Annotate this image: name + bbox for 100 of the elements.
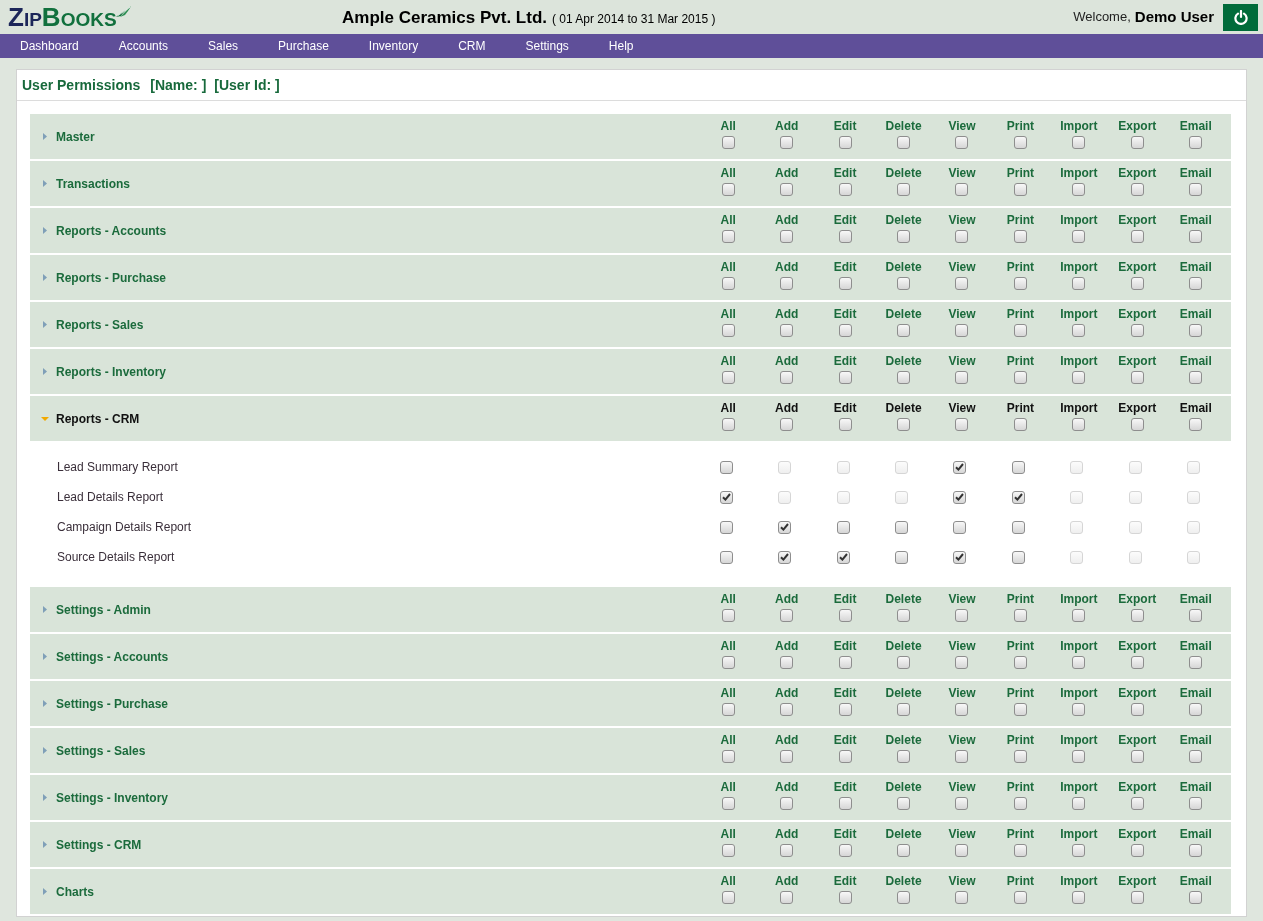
checkbox[interactable] <box>721 703 735 716</box>
checkbox[interactable] <box>721 656 735 669</box>
checkbox[interactable] <box>953 490 967 504</box>
menu-item[interactable]: Dashboard <box>0 34 99 58</box>
checkbox[interactable] <box>1013 609 1027 622</box>
checkbox[interactable] <box>955 797 969 810</box>
checkbox[interactable] <box>780 797 794 810</box>
checkbox[interactable] <box>721 891 735 904</box>
checkbox[interactable] <box>780 371 794 384</box>
checkbox[interactable] <box>780 656 794 669</box>
checkbox[interactable] <box>1189 609 1203 622</box>
checkbox[interactable] <box>1130 750 1144 763</box>
checkbox[interactable] <box>1130 891 1144 904</box>
checkbox[interactable] <box>955 609 969 622</box>
menu-item[interactable]: Inventory <box>348 34 439 58</box>
section-title[interactable]: Master <box>56 127 95 146</box>
section-title[interactable]: Settings - Admin <box>56 600 151 619</box>
checkbox[interactable] <box>1189 656 1203 669</box>
checkbox[interactable] <box>1130 797 1144 810</box>
checkbox[interactable] <box>1013 230 1027 243</box>
checkbox[interactable] <box>1072 844 1086 857</box>
checkbox[interactable] <box>897 703 911 716</box>
power-button[interactable] <box>1223 3 1258 31</box>
checkbox[interactable] <box>838 371 852 384</box>
checkbox[interactable] <box>955 230 969 243</box>
checkbox[interactable] <box>1072 703 1086 716</box>
section-title[interactable]: Settings - Sales <box>56 741 146 760</box>
checkbox[interactable] <box>1130 183 1144 196</box>
checkbox[interactable] <box>838 609 852 622</box>
checkbox[interactable] <box>1130 844 1144 857</box>
checkbox[interactable] <box>1013 750 1027 763</box>
checkbox[interactable] <box>1189 797 1203 810</box>
checkbox[interactable] <box>1072 277 1086 290</box>
menu-item[interactable]: Accounts <box>98 34 189 58</box>
menu-item[interactable]: Sales <box>188 34 259 58</box>
checkbox[interactable] <box>1189 418 1203 431</box>
checkbox[interactable] <box>897 371 911 384</box>
checkbox[interactable] <box>1189 136 1203 149</box>
checkbox[interactable] <box>1072 183 1086 196</box>
checkbox[interactable] <box>780 844 794 857</box>
checkbox[interactable] <box>838 277 852 290</box>
checkbox[interactable] <box>721 324 735 337</box>
section-title[interactable]: Reports - Sales <box>56 315 144 334</box>
checkbox[interactable] <box>897 277 911 290</box>
section-title[interactable]: Settings - Accounts <box>56 647 169 666</box>
checkbox[interactable] <box>897 750 911 763</box>
menu-item[interactable]: Settings <box>505 34 589 58</box>
checkbox[interactable] <box>953 460 967 474</box>
checkbox[interactable] <box>955 891 969 904</box>
checkbox[interactable] <box>897 609 911 622</box>
checkbox[interactable] <box>1189 844 1203 857</box>
checkbox[interactable] <box>897 183 911 196</box>
checkbox[interactable] <box>838 703 852 716</box>
checkbox[interactable] <box>1013 371 1027 384</box>
checkbox[interactable] <box>780 324 794 337</box>
checkbox[interactable] <box>836 550 850 564</box>
checkbox[interactable] <box>1072 750 1086 763</box>
checkbox[interactable] <box>1072 418 1086 431</box>
checkbox[interactable] <box>955 371 969 384</box>
checkbox[interactable] <box>1189 371 1203 384</box>
checkbox[interactable] <box>1072 371 1086 384</box>
checkbox[interactable] <box>895 550 909 564</box>
checkbox[interactable] <box>1013 418 1027 431</box>
checkbox[interactable] <box>1130 371 1144 384</box>
menu-item[interactable]: Purchase <box>258 34 349 58</box>
checkbox[interactable] <box>1072 136 1086 149</box>
checkbox[interactable] <box>838 136 852 149</box>
checkbox[interactable] <box>1130 277 1144 290</box>
checkbox[interactable] <box>838 844 852 857</box>
checkbox[interactable] <box>1130 656 1144 669</box>
checkbox[interactable] <box>953 520 967 534</box>
checkbox[interactable] <box>1013 797 1027 810</box>
checkbox[interactable] <box>955 703 969 716</box>
checkbox[interactable] <box>719 490 733 504</box>
checkbox[interactable] <box>1013 324 1027 337</box>
checkbox[interactable] <box>955 324 969 337</box>
checkbox[interactable] <box>1013 844 1027 857</box>
checkbox[interactable] <box>838 750 852 763</box>
section-title[interactable]: Charts <box>56 882 94 901</box>
checkbox[interactable] <box>955 277 969 290</box>
checkbox[interactable] <box>897 891 911 904</box>
checkbox[interactable] <box>780 609 794 622</box>
checkbox[interactable] <box>897 844 911 857</box>
checkbox[interactable] <box>838 891 852 904</box>
checkbox[interactable] <box>838 324 852 337</box>
checkbox[interactable] <box>778 550 792 564</box>
menu-item[interactable]: Help <box>588 34 654 58</box>
section-title[interactable]: Settings - Inventory <box>56 788 168 807</box>
checkbox[interactable] <box>838 656 852 669</box>
checkbox[interactable] <box>1130 136 1144 149</box>
checkbox[interactable] <box>1011 520 1025 534</box>
checkbox[interactable] <box>1130 324 1144 337</box>
checkbox[interactable] <box>721 277 735 290</box>
checkbox[interactable] <box>721 750 735 763</box>
section-title[interactable]: Reports - CRM <box>56 409 140 428</box>
section-title[interactable]: Settings - Purchase <box>56 694 169 713</box>
checkbox[interactable] <box>953 550 967 564</box>
checkbox[interactable] <box>721 609 735 622</box>
checkbox[interactable] <box>1072 797 1086 810</box>
checkbox[interactable] <box>719 550 733 564</box>
